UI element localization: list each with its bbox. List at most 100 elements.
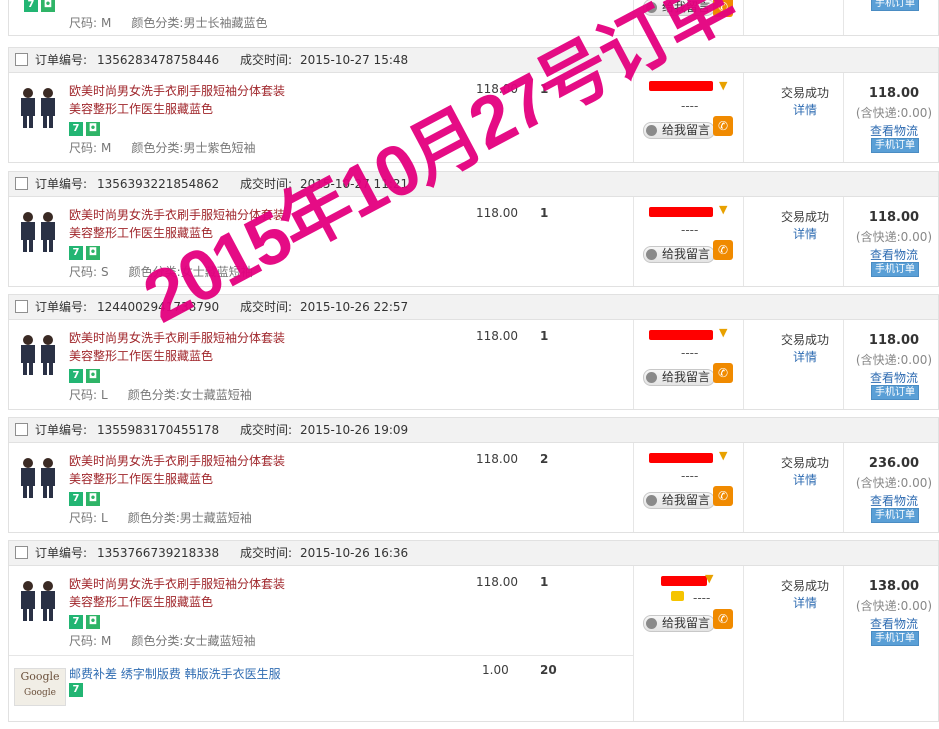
filter-icon[interactable]: ▼ [719,79,727,92]
mobile-order-badge[interactable]: 手机订单 [871,631,919,646]
color-value: 女士藏蓝短袖 [183,634,256,648]
order-checkbox[interactable] [15,300,28,313]
product-title[interactable]: 欧美时尚男女洗手衣刷手服短袖分体套装 美容整形工作医生服藏蓝色 [69,329,299,365]
product-title[interactable]: 欧美时尚男女洗手衣刷手服短袖分体套装 美容整形工作医生服藏蓝色 [69,206,299,242]
size-label: 尺码: [69,265,98,279]
item-spec: 尺码: M 颜色分类:男士紫色短袖 [69,139,255,156]
color-label: 颜色分类: [127,388,180,402]
product-thumbnail[interactable] [14,578,64,622]
order-id-label: 订单编号: [35,423,88,437]
order-id: 1353766739218338 [97,546,220,560]
extra-item-thumbnail[interactable]: Google Google [14,668,66,706]
phone-icon[interactable]: ✆ [713,240,733,260]
mobile-order-badge[interactable]: 手机订单 [871,385,919,400]
size-value: L [101,511,108,525]
buyer-name-redacted[interactable] [649,81,713,91]
phone-icon[interactable]: ✆ [713,609,733,629]
product-title-line: 欧美时尚男女洗手衣刷手服短袖分体套装 [69,331,286,345]
filter-icon[interactable]: ▼ [719,203,727,216]
view-logistics-link[interactable]: 查看物流 [849,369,939,386]
seven-day-return-icon: 7 [24,0,38,12]
order-checkbox[interactable] [15,423,28,436]
view-logistics-link[interactable]: 查看物流 [849,122,939,139]
extra-item-title[interactable]: 邮费补差 绣字制版费 韩版洗手衣医生服 [69,665,281,682]
chat-icon[interactable] [671,591,684,601]
mobile-order-badge[interactable]: 手机订单 [871,138,919,153]
order-checkbox[interactable] [15,177,28,190]
seven-day-return-icon: 7 [69,615,83,629]
phone-icon[interactable]: ✆ [713,486,733,506]
col-divider [633,73,634,162]
leave-message-button[interactable]: 给我留言 [643,122,716,139]
leave-message-button[interactable]: 给我留言 [643,246,716,263]
seven-day-return-icon: 7 [69,246,83,260]
phone-icon[interactable]: ✆ [713,363,733,383]
order-checkbox[interactable] [15,53,28,66]
guarantee-icon: ◘ [86,246,100,260]
deal-time: 2015-10-26 16:36 [300,546,409,560]
order-partial-top: 7 ◘ 尺码: M 颜色分类:男士长袖藏蓝色 给我留言 ✆ 手机订单 [8,0,939,36]
service-badges: 7 ◘ [69,615,100,629]
mobile-order-badge[interactable]: 手机订单 [871,262,919,277]
col-divider [743,197,744,286]
size-label: 尺码: [69,388,98,402]
product-thumbnail[interactable] [14,85,64,129]
product-title[interactable]: 欧美时尚男女洗手衣刷手服短袖分体套装 美容整形工作医生服藏蓝色 [69,82,299,118]
buyer-name-redacted[interactable] [649,207,713,217]
view-logistics-link[interactable]: 查看物流 [849,615,939,632]
deal-time: 2015-10-27 15:48 [300,53,409,67]
filter-icon[interactable]: ▼ [705,572,713,585]
item-spec: 尺码: S 颜色分类:女士藏蓝短袖 [69,263,253,280]
detail-link[interactable]: 详情 [769,225,841,242]
service-badges: 7 [69,683,83,697]
detail-link[interactable]: 详情 [769,594,841,611]
col-divider [843,566,844,721]
unit-price: 118.00 [476,206,518,220]
product-title[interactable]: 欧美时尚男女洗手衣刷手服短袖分体套装 美容整形工作医生服藏蓝色 [69,452,299,488]
mobile-order-badge[interactable]: 手机订单 [871,508,919,523]
leave-message-button[interactable]: 给我留言 [643,615,716,632]
col-divider [633,197,634,286]
detail-link[interactable]: 详情 [769,101,841,118]
product-title-line: 欧美时尚男女洗手衣刷手服短袖分体套装 [69,84,286,98]
filter-icon[interactable]: ▼ [719,449,727,462]
product-title-line: 美容整形工作医生服藏蓝色 [69,595,214,609]
buyer-name-redacted[interactable] [649,453,713,463]
filter-icon[interactable]: ▼ [719,326,727,339]
product-thumbnail[interactable] [14,332,64,376]
size-value: S [101,265,109,279]
leave-message-button[interactable]: 给我留言 [643,369,716,386]
leave-message-button[interactable]: 给我留言 [643,0,716,16]
order-card: 订单编号: 1244002941738790 成交时间: 2015-10-26 … [8,294,939,410]
guarantee-icon: ◘ [41,0,55,12]
size-value: M [101,16,112,30]
shipping-note: (含快递:0.00) [855,106,933,120]
product-title-line: 美容整形工作医生服藏蓝色 [69,102,214,116]
view-logistics-link[interactable]: 查看物流 [849,246,939,263]
order-card: 订单编号: 1356283478758446 成交时间: 2015-10-27 … [8,47,939,163]
service-badges: 7 ◘ [69,369,100,383]
col-divider [743,320,744,409]
leave-message-button[interactable]: 给我留言 [643,492,716,509]
product-title-line: 欧美时尚男女洗手衣刷手服短袖分体套装 [69,454,286,468]
phone-icon[interactable]: ✆ [713,116,733,136]
product-title[interactable]: 欧美时尚男女洗手衣刷手服短袖分体套装 美容整形工作医生服藏蓝色 [69,575,299,611]
guarantee-icon: ◘ [86,369,100,383]
order-total: 118.00 [868,333,920,348]
buyer-name-redacted[interactable] [649,330,713,340]
color-label: 颜色分类: [131,141,184,155]
view-logistics-link[interactable]: 查看物流 [849,492,939,509]
order-checkbox[interactable] [15,546,28,559]
product-thumbnail[interactable] [14,209,64,253]
detail-link[interactable]: 详情 [769,471,841,488]
order-id: 1355983170455178 [97,423,220,437]
product-thumbnail[interactable] [14,455,64,499]
order-header: 订单编号: 1356283478758446 成交时间: 2015-10-27 … [9,48,938,73]
quantity: 1 [540,575,549,589]
detail-link[interactable]: 详情 [769,348,841,365]
service-badges: 7 ◘ [24,0,55,12]
phone-icon[interactable]: ✆ [713,0,733,17]
mobile-order-badge[interactable]: 手机订单 [871,0,919,11]
order-header: 订单编号: 1244002941738790 成交时间: 2015-10-26 … [9,295,938,320]
buyer-name-redacted[interactable] [661,576,707,586]
